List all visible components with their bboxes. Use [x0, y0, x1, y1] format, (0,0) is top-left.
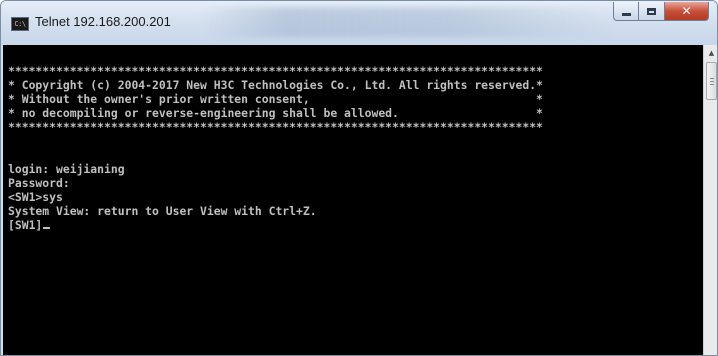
- banner-border-top: ****************************************…: [8, 64, 543, 78]
- maximize-icon: [647, 7, 656, 15]
- thumb-grip-line: [710, 78, 714, 79]
- title-bar[interactable]: C:\ Telnet 192.168.200.201 ✕: [1, 1, 717, 45]
- maximize-button[interactable]: [639, 2, 665, 21]
- user-view-command-line: <SW1>sys: [8, 190, 63, 204]
- banner-consent-line: * Without the owner's prior written cons…: [8, 92, 543, 106]
- title-bar-background: [201, 7, 621, 37]
- vertical-scrollbar[interactable]: ▲: [703, 45, 717, 355]
- window-controls: ✕: [613, 2, 709, 22]
- system-view-message-line: System View: return to User View with Ct…: [8, 204, 317, 218]
- terminal-app-icon[interactable]: C:\: [11, 17, 29, 31]
- system-view-prompt: [SW1]: [8, 218, 43, 232]
- minimize-button[interactable]: [613, 2, 639, 21]
- thumb-grip-line: [710, 81, 714, 82]
- close-button[interactable]: ✕: [665, 2, 709, 21]
- close-icon: ✕: [681, 4, 692, 18]
- banner-border-bottom: ****************************************…: [8, 120, 543, 134]
- system-view-prompt-line[interactable]: [SW1]: [8, 218, 51, 232]
- banner-copyright-line: * Copyright (c) 2004-2017 New H3C Techno…: [8, 78, 543, 92]
- text-cursor: [43, 227, 51, 229]
- password-line: Password:: [8, 176, 70, 190]
- thumb-grip-line: [710, 84, 714, 85]
- telnet-window: C:\ Telnet 192.168.200.201 ✕ ***********…: [0, 0, 718, 356]
- login-line: login: weijianing: [8, 162, 125, 176]
- scrollbar-thumb[interactable]: [706, 62, 717, 100]
- window-title: Telnet 192.168.200.201: [35, 14, 171, 29]
- scroll-up-arrow-icon[interactable]: ▲: [704, 45, 717, 60]
- minimize-icon: [621, 12, 631, 16]
- banner-decompiling-line: * no decompiling or reverse-engineering …: [8, 106, 543, 120]
- terminal-output[interactable]: ****************************************…: [3, 45, 703, 355]
